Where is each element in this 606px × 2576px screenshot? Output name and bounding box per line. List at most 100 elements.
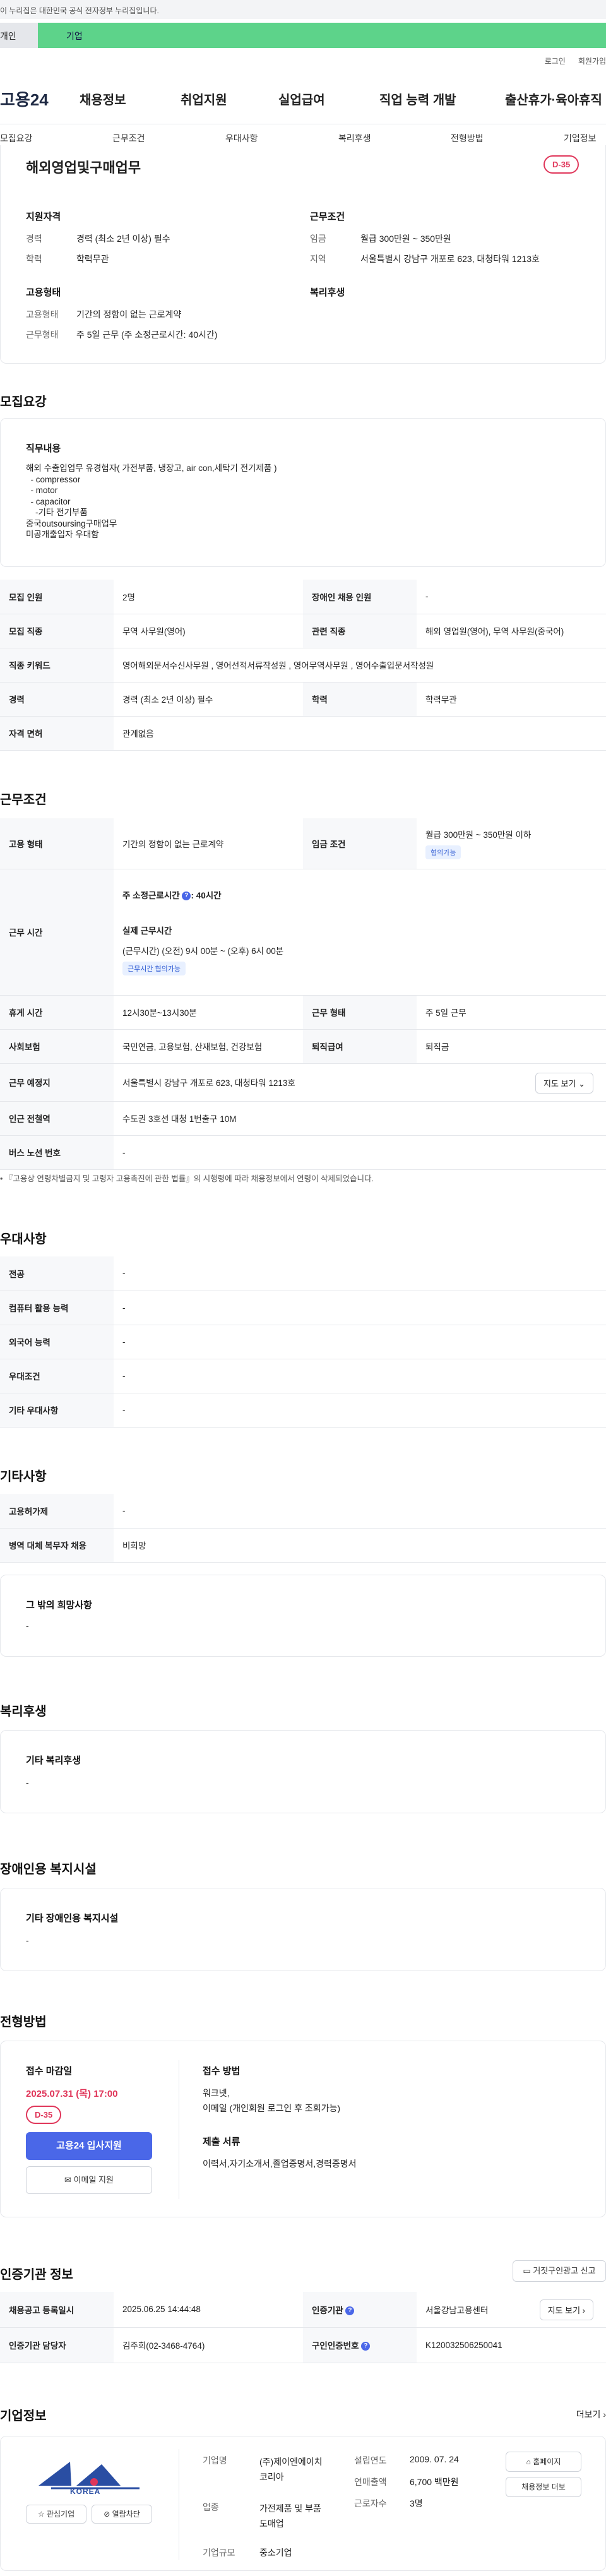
table-cell: 학력무관	[417, 682, 606, 717]
method-line-1: 워크넷,	[203, 2088, 230, 2098]
table-header-cell: 외국어 능력	[0, 1325, 114, 1359]
method-title: 접수 방법	[203, 2066, 241, 2077]
dday-badge: D-35	[26, 2106, 62, 2124]
mail-icon: ✉	[64, 2175, 71, 2185]
anchor-workcond[interactable]: 근무조건	[112, 132, 145, 145]
tab-corporate[interactable]: 기업	[38, 23, 606, 48]
signup-link[interactable]: 회원가입	[578, 57, 606, 66]
region-value: 서울특별시 강남구 개포로 623, 대청타워 1213호	[360, 254, 540, 264]
table-header-cell: 장애인 채용 인원	[303, 580, 417, 614]
table-row: 외국어 능력 -	[0, 1325, 606, 1359]
homepage-button[interactable]: ⌂ 홈페이지	[506, 2452, 581, 2472]
anchor-pref[interactable]: 우대사항	[225, 132, 258, 145]
work-form-value: 주 5일 근무 (주 소정근로시간: 40시간)	[76, 330, 218, 340]
gnb-item-support[interactable]: 취업지원	[181, 90, 227, 108]
table-cell: 주 5일 근무	[417, 995, 606, 1030]
cert-table: 채용공고 등록일시 2025.06.25 14:44:48 인증기관 ? 서울강…	[0, 2292, 606, 2363]
table-cell: 비희망	[114, 1528, 606, 1563]
map-button[interactable]: 지도 보기 ⌄	[535, 1072, 593, 1094]
table-header-cell: 인증기관 담당자	[0, 2327, 114, 2363]
email-apply-button[interactable]: ✉ 이메일 지원	[26, 2166, 152, 2194]
company-name-value: (주)제이엔에이치코리아	[259, 2457, 323, 2482]
table-cell: -	[114, 1359, 606, 1393]
hours-week-value: 40시간	[196, 891, 222, 900]
gnb-item-unemployment[interactable]: 실업급여	[278, 90, 325, 108]
duty-line: 미공개출입자 우대함	[26, 530, 99, 539]
company-heading: 기업정보	[0, 2409, 47, 2423]
user-type-tabs: 개인 기업	[0, 23, 606, 48]
company-more-label: 더보기	[576, 2409, 601, 2419]
duty-line: - capacitor	[26, 496, 71, 506]
employees-value: 3명	[410, 2498, 423, 2508]
anchor-recruit[interactable]: 모집요강	[0, 132, 33, 145]
tab-personal[interactable]: 개인	[0, 23, 38, 48]
deadline-title: 접수 마감일	[26, 2066, 73, 2077]
gnb-item-jobs[interactable]: 채용정보	[80, 90, 126, 108]
table-row: 근무 예정지 서울특별시 강남구 개포로 623, 대청타워 1213호 지도 …	[0, 1063, 606, 1102]
info-icon[interactable]: ?	[182, 891, 191, 901]
cert-map-button[interactable]: 지도 보기 ›	[539, 2299, 593, 2320]
dday-badge: D-35	[544, 155, 579, 174]
wage-cond-value: 월급 300만원 ~ 350만원 이하	[425, 830, 532, 840]
welfare-heading: 복리후생	[310, 287, 345, 298]
wish-title: 그 밖의 희망사항	[26, 1600, 92, 1611]
table-cell: -	[114, 1291, 606, 1325]
table-row: 모집 직종 무역 사무원(영어) 관련 직종 해외 영업원(영어), 무역 사무…	[0, 614, 606, 648]
career-value: 경력 (최소 2년 이상) 필수	[76, 234, 170, 244]
region-label: 지역	[310, 254, 326, 264]
disabled-title: 기타 장애인용 복지시설	[26, 1913, 119, 1924]
method-line-2: 이메일 (개인회원 로그인 후 조회가능)	[203, 2103, 341, 2113]
table-header-cell: 고용 형태	[0, 818, 114, 869]
table-row: 고용허가제 -	[0, 1494, 606, 1529]
table-cell: -	[114, 1494, 606, 1529]
block-view-button[interactable]: ⊘ 열람차단	[92, 2505, 152, 2524]
work-form-label: 근무형태	[26, 330, 59, 340]
edu-value: 학력무관	[76, 254, 109, 264]
table-cell: 국민연금, 고용보험, 산재보험, 건강보험	[114, 1029, 303, 1064]
more-jobs-button[interactable]: 채용정보 더보	[506, 2477, 581, 2497]
table-row: 인증기관 담당자 김주희(02-3468-4764) 구인인증번호 ? K120…	[0, 2327, 606, 2363]
homepage-label: 홈페이지	[533, 2457, 561, 2466]
duty-line: 중국outsoursing구매업무	[26, 518, 117, 528]
wage-value: 월급 300만원 ~ 350만원	[360, 234, 451, 244]
career-label: 경력	[26, 234, 42, 244]
table-header-cell: 사회보험	[0, 1029, 114, 1064]
info-icon[interactable]: ?	[345, 2306, 355, 2316]
table-header-cell: 근무 형태	[303, 995, 417, 1030]
gnb-item-training[interactable]: 직업 능력 개발	[379, 90, 456, 108]
cert-map-label: 지도 보기	[547, 2306, 581, 2315]
company-more-link[interactable]: 더보기 ›	[576, 2408, 606, 2421]
deadline-value: 2025.07.31 (목) 17:00	[26, 2089, 118, 2099]
recruit-heading: 모집요강	[0, 395, 47, 409]
info-icon[interactable]: ?	[361, 2342, 371, 2351]
anchor-welfare[interactable]: 복리후생	[338, 132, 371, 145]
email-apply-label: 이메일 지원	[73, 2175, 114, 2185]
selection-card: 접수 마감일 2025.07.31 (목) 17:00 D-35 고용24 입사…	[0, 2041, 606, 2217]
apply-button[interactable]: 고용24 입사지원	[26, 2132, 152, 2160]
tab-personal-label: 개인	[0, 31, 16, 41]
star-icon: ☆	[37, 2510, 45, 2519]
anchor-selection[interactable]: 전형방법	[451, 132, 484, 145]
disabled-card: 기타 장애인용 복지시설 -	[0, 1888, 606, 1971]
gov-banner: 이 누리집은 대한민국 공식 전자정부 누리집입니다.	[0, 0, 606, 19]
gnb-item-leave[interactable]: 출산휴가·육아휴직	[505, 90, 602, 108]
login-link[interactable]: 로그인	[545, 57, 566, 66]
hours-actual-title: 실제 근무시간	[122, 926, 172, 936]
table-row: 인근 전철역 수도권 3호선 대청 1번출구 10M	[0, 1101, 606, 1136]
wage-label: 임금	[310, 234, 326, 244]
table-header-cell: 채용공고 등록일시	[0, 2292, 114, 2328]
site-logo[interactable]: 고용24	[0, 87, 49, 110]
table-cell: 주 소정근로시간 ?: 40시간 실제 근무시간 (근무시간) (오전) 9시 …	[114, 869, 606, 996]
anchor-company[interactable]: 기업정보	[564, 132, 597, 145]
report-fake-ad-button[interactable]: ▭ 거짓구인광고 신고	[513, 2260, 606, 2282]
other-table: 고용허가제 - 병역 대체 복무자 채용 비희망	[0, 1494, 606, 1563]
table-cell: 관계없음	[114, 716, 606, 751]
workcond-table: 고용 형태 기간의 정함이 없는 근로계약 임금 조건 월급 300만원 ~ 3…	[0, 818, 606, 1170]
wish-value: -	[26, 1621, 29, 1631]
table-header-cell: 기타 우대사항	[0, 1393, 114, 1428]
company-logo: KOREA	[26, 2455, 152, 2500]
interest-company-button[interactable]: ☆ 관심기업	[26, 2505, 86, 2524]
table-row: 근무 시간 주 소정근로시간 ?: 40시간 실제 근무시간 (근무시간) (오…	[0, 869, 606, 996]
job-title: 해외영업및구매업무	[26, 160, 141, 176]
table-header-cell: 근무 예정지	[0, 1063, 114, 1102]
